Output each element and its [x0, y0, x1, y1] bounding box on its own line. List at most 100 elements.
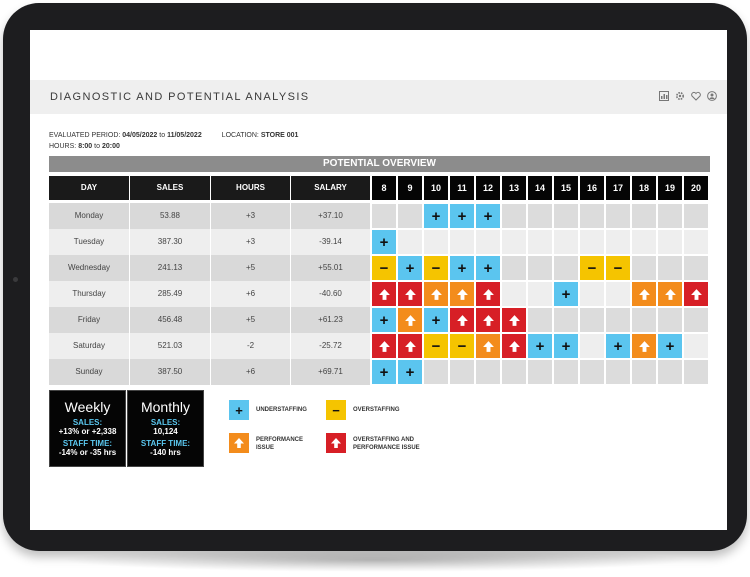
cell-wednesday-13[interactable]: [502, 256, 526, 280]
cell-tuesday-12[interactable]: [476, 230, 500, 254]
cell-tuesday-13[interactable]: [502, 230, 526, 254]
cell-monday-16[interactable]: [580, 204, 604, 228]
cell-wednesday-14[interactable]: [528, 256, 552, 280]
cell-wednesday-16[interactable]: −: [580, 256, 604, 280]
cell-saturday-20[interactable]: [684, 334, 708, 358]
cell-saturday-18[interactable]: [632, 334, 656, 358]
cell-thursday-17[interactable]: [606, 282, 630, 306]
cell-thursday-10[interactable]: [424, 282, 448, 306]
cell-friday-15[interactable]: [554, 308, 578, 332]
cell-sunday-19[interactable]: [658, 360, 682, 384]
row-monday-hours: +3: [211, 203, 290, 229]
cell-tuesday-15[interactable]: [554, 230, 578, 254]
user-icon[interactable]: [707, 91, 717, 101]
row-saturday-hours: -2: [211, 333, 290, 359]
cell-sunday-11[interactable]: [450, 360, 474, 384]
cell-monday-17[interactable]: [606, 204, 630, 228]
cell-thursday-14[interactable]: [528, 282, 552, 306]
cell-saturday-17[interactable]: +: [606, 334, 630, 358]
cell-sunday-17[interactable]: [606, 360, 630, 384]
legend-performance-swatch: [229, 433, 249, 453]
cell-thursday-16[interactable]: [580, 282, 604, 306]
heart-icon[interactable]: [691, 91, 701, 101]
cell-thursday-12[interactable]: [476, 282, 500, 306]
cell-thursday-8[interactable]: [372, 282, 396, 306]
gear-icon[interactable]: [675, 91, 685, 101]
cell-friday-14[interactable]: [528, 308, 552, 332]
cell-sunday-10[interactable]: [424, 360, 448, 384]
cell-friday-18[interactable]: [632, 308, 656, 332]
cell-tuesday-18[interactable]: [632, 230, 656, 254]
cell-saturday-8[interactable]: [372, 334, 396, 358]
cell-wednesday-18[interactable]: [632, 256, 656, 280]
cell-thursday-13[interactable]: [502, 282, 526, 306]
cell-thursday-19[interactable]: [658, 282, 682, 306]
cell-monday-10[interactable]: +: [424, 204, 448, 228]
cell-sunday-20[interactable]: [684, 360, 708, 384]
cell-saturday-13[interactable]: [502, 334, 526, 358]
cell-friday-13[interactable]: [502, 308, 526, 332]
cell-monday-20[interactable]: [684, 204, 708, 228]
cell-wednesday-10[interactable]: −: [424, 256, 448, 280]
cell-saturday-12[interactable]: [476, 334, 500, 358]
cell-friday-20[interactable]: [684, 308, 708, 332]
cell-monday-15[interactable]: [554, 204, 578, 228]
cell-sunday-9[interactable]: +: [398, 360, 422, 384]
cell-tuesday-8[interactable]: +: [372, 230, 396, 254]
cell-tuesday-10[interactable]: [424, 230, 448, 254]
cell-monday-19[interactable]: [658, 204, 682, 228]
cell-sunday-16[interactable]: [580, 360, 604, 384]
cell-saturday-19[interactable]: +: [658, 334, 682, 358]
cell-wednesday-19[interactable]: [658, 256, 682, 280]
cell-thursday-9[interactable]: [398, 282, 422, 306]
cell-sunday-8[interactable]: +: [372, 360, 396, 384]
cell-friday-19[interactable]: [658, 308, 682, 332]
cell-tuesday-16[interactable]: [580, 230, 604, 254]
cell-tuesday-14[interactable]: [528, 230, 552, 254]
cell-wednesday-11[interactable]: +: [450, 256, 474, 280]
cell-sunday-12[interactable]: [476, 360, 500, 384]
cell-monday-9[interactable]: [398, 204, 422, 228]
cell-monday-18[interactable]: [632, 204, 656, 228]
cell-monday-13[interactable]: [502, 204, 526, 228]
hours-to: 20:00: [101, 143, 120, 150]
cell-tuesday-20[interactable]: [684, 230, 708, 254]
cell-friday-8[interactable]: +: [372, 308, 396, 332]
cell-sunday-13[interactable]: [502, 360, 526, 384]
cell-monday-12[interactable]: +: [476, 204, 500, 228]
cell-thursday-18[interactable]: [632, 282, 656, 306]
cell-friday-11[interactable]: [450, 308, 474, 332]
cell-sunday-18[interactable]: [632, 360, 656, 384]
cell-wednesday-8[interactable]: −: [372, 256, 396, 280]
cell-saturday-14[interactable]: +: [528, 334, 552, 358]
cell-friday-17[interactable]: [606, 308, 630, 332]
cell-sunday-14[interactable]: [528, 360, 552, 384]
cell-tuesday-11[interactable]: [450, 230, 474, 254]
chart-icon[interactable]: [659, 91, 669, 101]
cell-tuesday-19[interactable]: [658, 230, 682, 254]
cell-saturday-9[interactable]: [398, 334, 422, 358]
cell-saturday-15[interactable]: +: [554, 334, 578, 358]
cell-thursday-15[interactable]: +: [554, 282, 578, 306]
cell-monday-11[interactable]: +: [450, 204, 474, 228]
cell-wednesday-15[interactable]: [554, 256, 578, 280]
cell-monday-14[interactable]: [528, 204, 552, 228]
cell-saturday-11[interactable]: −: [450, 334, 474, 358]
cell-friday-10[interactable]: +: [424, 308, 448, 332]
cell-friday-12[interactable]: [476, 308, 500, 332]
cell-tuesday-9[interactable]: [398, 230, 422, 254]
cell-saturday-10[interactable]: −: [424, 334, 448, 358]
cell-wednesday-12[interactable]: +: [476, 256, 500, 280]
cell-friday-16[interactable]: [580, 308, 604, 332]
cell-tuesday-17[interactable]: [606, 230, 630, 254]
cell-friday-9[interactable]: [398, 308, 422, 332]
cell-thursday-11[interactable]: [450, 282, 474, 306]
cell-thursday-20[interactable]: [684, 282, 708, 306]
cell-sunday-15[interactable]: [554, 360, 578, 384]
cell-wednesday-20[interactable]: [684, 256, 708, 280]
hour-header-18: 18: [632, 176, 656, 200]
cell-monday-8[interactable]: [372, 204, 396, 228]
cell-saturday-16[interactable]: [580, 334, 604, 358]
cell-wednesday-9[interactable]: +: [398, 256, 422, 280]
cell-wednesday-17[interactable]: −: [606, 256, 630, 280]
